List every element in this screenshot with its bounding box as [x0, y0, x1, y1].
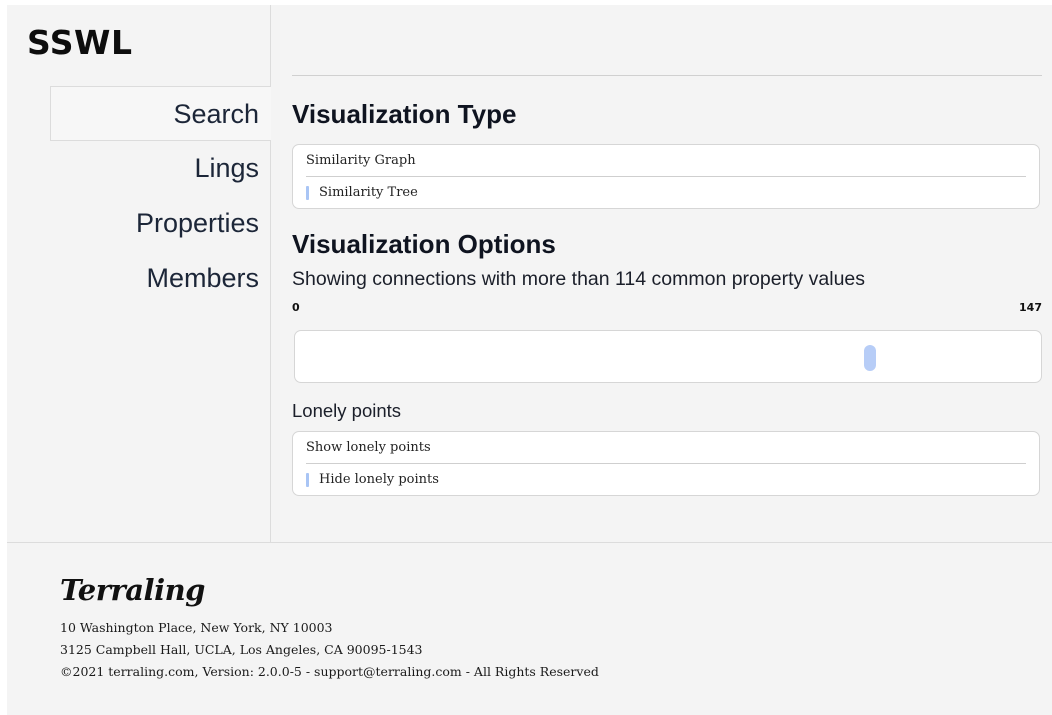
divider — [292, 75, 1042, 76]
footer-address-1: 10 Washington Place, New York, NY 10003 — [60, 620, 333, 635]
showing-connections-text: Showing connections with more than 114 c… — [292, 268, 866, 290]
footer-divider — [7, 542, 1052, 543]
option-similarity-graph[interactable]: Similarity Graph — [306, 145, 1026, 176]
slider-thumb[interactable] — [864, 345, 877, 371]
visualization-type-options: Similarity Graph Similarity Tree — [292, 144, 1040, 209]
sidebar: SSWL Search Lings Properties Members — [7, 5, 271, 542]
visualization-type-heading: Visualization Type — [292, 99, 517, 129]
sidebar-item-members[interactable]: Members — [50, 251, 271, 306]
slider-min-label: 0 — [292, 301, 300, 314]
page-frame: SSWL Search Lings Properties Members Vis… — [7, 5, 1052, 715]
slider-max-label: 147 — [1019, 301, 1042, 314]
sidebar-item-lings[interactable]: Lings — [50, 141, 271, 196]
footer: Terraling 10 Washington Place, New York,… — [60, 573, 599, 683]
lonely-points-label: Lonely points — [292, 400, 402, 421]
footer-address-2: 3125 Campbell Hall, UCLA, Los Angeles, C… — [60, 642, 423, 657]
visualization-options-heading: Visualization Options — [292, 229, 556, 259]
connections-slider[interactable] — [294, 330, 1042, 383]
sidebar-item-properties[interactable]: Properties — [50, 196, 271, 251]
footer-copyright: ©2021 terraling.com, Version: 2.0.0-5 - … — [60, 664, 599, 679]
sidebar-item-search[interactable]: Search — [50, 86, 271, 141]
option-show-lonely-points[interactable]: Show lonely points — [306, 432, 1026, 463]
lonely-points-options: Show lonely points Hide lonely points — [292, 431, 1040, 496]
sidebar-nav: Search Lings Properties Members — [50, 86, 271, 306]
site-logo[interactable]: SSWL — [27, 23, 132, 62]
footer-brand-logo: Terraling — [60, 573, 205, 607]
option-hide-lonely-points[interactable]: Hide lonely points — [306, 463, 1026, 495]
option-similarity-tree[interactable]: Similarity Tree — [306, 176, 1026, 208]
